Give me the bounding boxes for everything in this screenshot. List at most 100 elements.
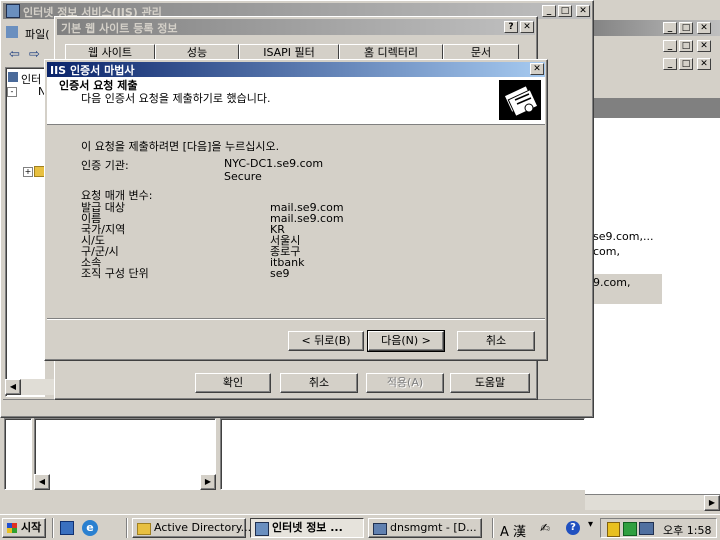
- next-button[interactable]: 다음(N) >: [367, 330, 445, 352]
- close-icon[interactable]: ✕: [697, 58, 711, 70]
- start-label: 시작: [21, 521, 42, 534]
- tab-label: 성능: [186, 46, 208, 59]
- background-window-controls-2: _ □ ✕: [663, 40, 719, 54]
- tab-label: ISAPI 필터: [263, 46, 315, 59]
- security-shield-icon[interactable]: [607, 522, 620, 537]
- folder-icon: [137, 523, 151, 535]
- restore-icon[interactable]: □: [679, 40, 693, 52]
- properties-title: 기본 웹 사이트 등록 정보: [61, 22, 178, 35]
- ime-separator: [492, 518, 494, 538]
- background-window: _ □ ✕ _ □ ✕ _ □ ✕ se9.com,... com, 9.com…: [585, 18, 720, 518]
- lower-mid-pane: [34, 418, 216, 490]
- task-dnsmgmt[interactable]: dnsmgmt - [D...: [368, 518, 482, 538]
- close-icon[interactable]: ✕: [520, 21, 534, 33]
- tree-pane[interactable]: 인터 - N +: [5, 67, 47, 397]
- certificate-stack-graphic: [503, 85, 539, 117]
- list-item[interactable]: com,: [593, 245, 620, 258]
- task-label: dnsmgmt - [D...: [390, 521, 477, 534]
- certificate-wizard-icon: [499, 80, 541, 120]
- taskbar: 시작 e Active Directory... 인터넷 정보 ... dnsm…: [0, 514, 720, 540]
- task-iis-manager[interactable]: 인터넷 정보 ...: [250, 518, 364, 538]
- tab-label: 홈 디렉터리: [363, 46, 419, 59]
- close-icon[interactable]: ✕: [576, 5, 590, 17]
- lower-area: ◀ ▶: [0, 418, 585, 514]
- lower-right-pane: [220, 418, 585, 490]
- tree-expand-icon[interactable]: -: [7, 87, 17, 97]
- restore-icon[interactable]: □: [679, 58, 693, 70]
- scroll-left-arrow[interactable]: ◀: [34, 474, 50, 490]
- menu-file[interactable]: 파일(: [25, 26, 50, 42]
- internet-explorer-icon[interactable]: e: [82, 520, 98, 536]
- maximize-icon[interactable]: □: [558, 5, 572, 17]
- tab-label: 문서: [470, 46, 492, 59]
- authority-value-line2: Secure: [224, 170, 262, 183]
- tree-root-icon: [8, 72, 18, 82]
- wizard-instruction: 이 요청을 제출하려면 [다음]을 누르십시오.: [81, 140, 280, 153]
- background-window-controls: _ □ ✕: [663, 21, 719, 35]
- task-active-directory[interactable]: Active Directory...: [132, 518, 251, 538]
- ime-options-icon[interactable]: ▾: [588, 519, 593, 530]
- monitor-icon[interactable]: [639, 522, 654, 535]
- iis-app-icon: [255, 522, 269, 536]
- list-item-selected[interactable]: 9.com,: [585, 274, 662, 304]
- iis-hscroll[interactable]: ◀: [5, 379, 55, 395]
- tab-label: 웹 사이트: [88, 46, 132, 59]
- list-item-label: 9.com,: [593, 276, 631, 289]
- minimize-icon[interactable]: _: [663, 58, 677, 70]
- system-tray: 오후 1:58: [600, 518, 717, 538]
- language-indicator[interactable]: A 漢: [500, 521, 526, 540]
- wizard-titlebar: IIS 인증서 마법사: [47, 62, 545, 77]
- windows-logo-icon: [7, 523, 17, 533]
- help-button[interactable]: 도움말: [450, 373, 530, 393]
- quicklaunch-separator: [52, 518, 54, 538]
- iis-window-controls: _ □ ✕: [542, 5, 592, 19]
- ok-button[interactable]: 확인: [195, 373, 271, 393]
- forward-arrow-icon[interactable]: ⇨: [29, 47, 40, 62]
- task-label: 인터넷 정보 ...: [272, 521, 343, 534]
- back-arrow-icon[interactable]: ⇦: [9, 47, 20, 62]
- cancel-button[interactable]: 취소: [280, 373, 358, 393]
- close-icon[interactable]: ✕: [697, 40, 711, 52]
- authority-label: 인증 기관:: [81, 159, 129, 172]
- start-button[interactable]: 시작: [2, 518, 46, 538]
- background-window-controls-3: _ □ ✕: [663, 58, 719, 72]
- cancel-button[interactable]: 취소: [457, 331, 535, 351]
- scroll-right-arrow[interactable]: ▶: [704, 495, 720, 511]
- clock[interactable]: 오후 1:58: [663, 522, 711, 538]
- help-icon[interactable]: ?: [504, 21, 518, 33]
- minimize-icon[interactable]: _: [542, 5, 556, 17]
- iis-app-icon: [6, 4, 20, 18]
- scroll-left-arrow[interactable]: ◀: [5, 379, 21, 395]
- ime-hand-icon[interactable]: ✍: [540, 521, 550, 535]
- param-label: 조직 구성 단위: [81, 267, 149, 280]
- background-header-bar: [585, 98, 720, 118]
- certificate-wizard: IIS 인증서 마법사 ✕ 인증서 요청 제출 다음 인증서 요청을 제출하기로…: [44, 59, 548, 361]
- wizard-header: 인증서 요청 제출 다음 인증서 요청을 제출하기로 했습니다.: [47, 77, 545, 125]
- network-icon[interactable]: [623, 522, 637, 536]
- wizard-title: IIS 인증서 마법사: [50, 64, 135, 77]
- restore-icon[interactable]: □: [679, 22, 693, 34]
- authority-value: NYC-DC1.se9.com: [224, 157, 324, 170]
- lower-left-pane: [4, 418, 32, 490]
- ime-help-icon[interactable]: ?: [566, 521, 580, 535]
- wizard-header-subtitle: 다음 인증서 요청을 제출하기로 했습니다.: [81, 92, 271, 105]
- quicklaunch-separator: [126, 518, 128, 538]
- close-icon[interactable]: ✕: [697, 22, 711, 34]
- background-list: se9.com,... com, 9.com,: [585, 118, 720, 498]
- minimize-icon[interactable]: _: [663, 22, 677, 34]
- apply-button[interactable]: 적용(A): [366, 373, 444, 393]
- background-hscroll[interactable]: ▶: [585, 494, 720, 511]
- explorer-icon[interactable]: [60, 521, 74, 535]
- iis-statusbar: [3, 399, 591, 415]
- tree-expand-icon[interactable]: +: [23, 167, 33, 177]
- close-icon[interactable]: ✕: [530, 63, 544, 75]
- wizard-separator: [47, 318, 545, 320]
- back-button[interactable]: < 뒤로(B): [288, 331, 364, 351]
- menu-icon: [6, 26, 18, 38]
- properties-titlebar: 기본 웹 사이트 등록 정보: [57, 19, 535, 35]
- list-item[interactable]: se9.com,...: [593, 230, 653, 243]
- task-label: Active Directory...: [154, 521, 252, 534]
- scroll-right-arrow[interactable]: ▶: [200, 474, 216, 490]
- minimize-icon[interactable]: _: [663, 40, 677, 52]
- param-value: se9: [270, 267, 290, 280]
